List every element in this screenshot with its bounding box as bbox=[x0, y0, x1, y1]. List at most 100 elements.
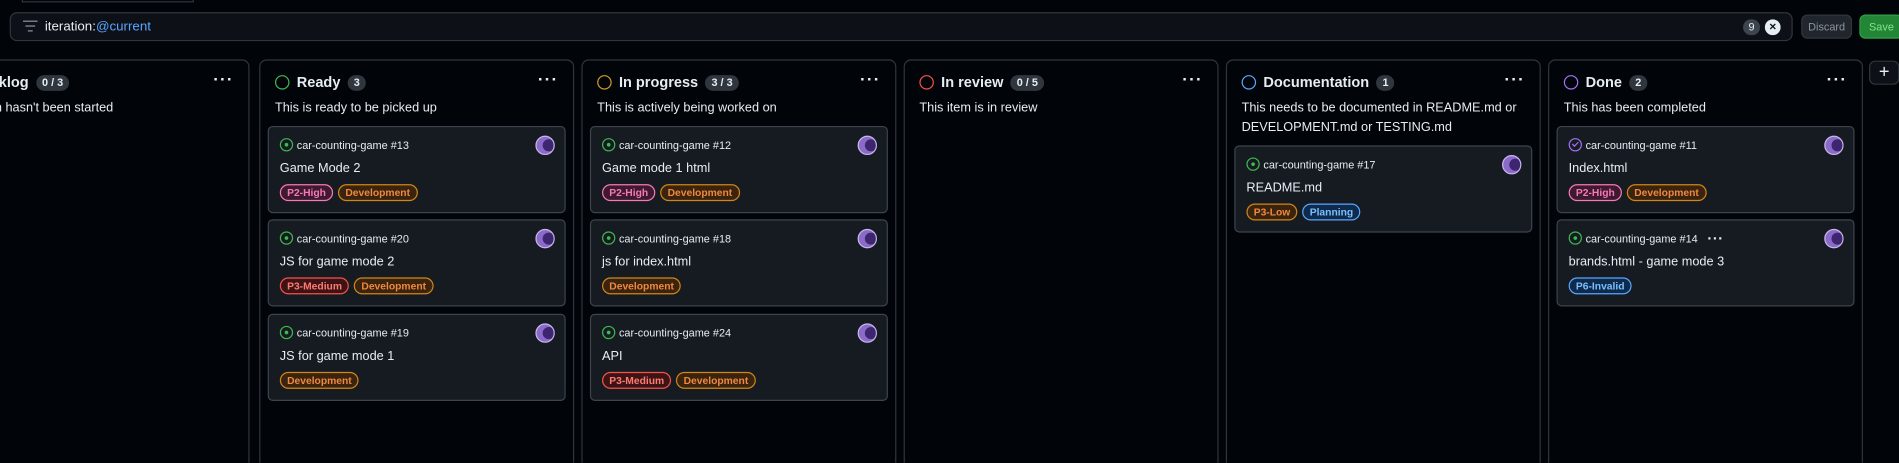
label-development[interactable]: Development bbox=[660, 184, 740, 202]
issue-open-icon bbox=[279, 325, 294, 340]
column-title: Ready bbox=[296, 73, 341, 91]
issue-ref[interactable]: car-counting-game #11 bbox=[1586, 139, 1697, 151]
add-column-button[interactable]: + bbox=[1869, 60, 1899, 85]
column-count: 0 / 5 bbox=[1010, 74, 1044, 91]
column-count: 3 bbox=[347, 74, 366, 91]
filter-result-count: 9 bbox=[1743, 19, 1761, 36]
column-description-line: DEVELOPMENT.md or TESTING.md bbox=[1241, 119, 1452, 134]
column-title: Done bbox=[1585, 73, 1622, 91]
card-title[interactable]: Index.html bbox=[1569, 161, 1628, 176]
column-description-line: This needs to be documented in README.md… bbox=[1241, 100, 1517, 116]
issue-ref[interactable]: car-counting-game #18 bbox=[619, 232, 731, 244]
label-development[interactable]: Development bbox=[354, 277, 434, 295]
board-column-documentation: Documentation 1 ··· This needs to be doc… bbox=[1225, 59, 1541, 463]
filter-key: iteration: bbox=[44, 19, 96, 34]
column-description: This needs to be documented in README.md… bbox=[1242, 99, 1530, 137]
issue-open-icon bbox=[1568, 231, 1582, 245]
label-planning[interactable]: Planning bbox=[1302, 203, 1361, 221]
card-title[interactable]: js for index.html bbox=[602, 254, 691, 269]
column-description: This is actively being worked on bbox=[597, 100, 777, 116]
status-circle-icon bbox=[1563, 75, 1579, 90]
label-priority[interactable]: P2-High bbox=[602, 184, 656, 202]
status-circle-icon bbox=[919, 75, 934, 90]
filter-value: @current bbox=[95, 19, 151, 34]
card-title[interactable]: Game Mode 2 bbox=[280, 161, 361, 176]
card-title[interactable]: JS for game mode 1 bbox=[280, 349, 395, 364]
label-priority[interactable]: P2-High bbox=[1568, 184, 1623, 202]
avatar[interactable] bbox=[1502, 155, 1522, 175]
label-development[interactable]: Development bbox=[279, 371, 359, 389]
avatar[interactable] bbox=[1824, 228, 1844, 249]
issue-open-icon bbox=[1246, 157, 1260, 171]
label-priority[interactable]: P3-Low bbox=[1246, 203, 1298, 221]
avatar[interactable] bbox=[535, 228, 555, 249]
issue-open-icon bbox=[279, 138, 294, 152]
issue-ref[interactable]: car-counting-game #20 bbox=[297, 232, 409, 244]
issue-ref[interactable]: car-counting-game #24 bbox=[619, 326, 731, 338]
avatar[interactable] bbox=[535, 323, 555, 343]
issue-ref[interactable]: car-counting-game #19 bbox=[297, 326, 409, 338]
label-priority[interactable]: P3-Medium bbox=[279, 277, 350, 295]
filter-icon bbox=[23, 20, 38, 33]
card-title[interactable]: Game mode 1 html bbox=[602, 161, 710, 176]
column-count: 2 bbox=[1629, 74, 1648, 91]
issue-ref[interactable]: car-counting-game #17 bbox=[1263, 158, 1375, 170]
issue-closed-icon bbox=[1568, 138, 1582, 152]
avatar[interactable] bbox=[535, 135, 555, 156]
card-title[interactable]: README.md bbox=[1246, 180, 1322, 195]
column-menu-button[interactable]: ··· bbox=[1182, 69, 1203, 88]
board-column-in-progress: In progress 3 / 3 ··· This is actively b… bbox=[581, 59, 897, 463]
discard-button[interactable]: Discard bbox=[1801, 14, 1853, 39]
column-count: 0 / 3 bbox=[35, 74, 70, 91]
save-button[interactable]: Save bbox=[1859, 14, 1899, 39]
label-development[interactable]: Development bbox=[1626, 184, 1707, 202]
column-menu-button[interactable]: ··· bbox=[538, 69, 559, 88]
label-development[interactable]: Development bbox=[338, 184, 418, 202]
filter-input[interactable]: iteration: @current 9 × bbox=[9, 12, 1793, 42]
issue-card[interactable]: car-counting-game #12 Game mode 1 html P… bbox=[589, 125, 888, 214]
column-menu-button[interactable]: ··· bbox=[1504, 69, 1525, 88]
column-count: 1 bbox=[1376, 74, 1395, 91]
column-menu-button[interactable]: ··· bbox=[1827, 69, 1848, 88]
board-column-backlog: Backlog 0 / 3 ··· This item hasn't been … bbox=[0, 59, 250, 463]
avatar[interactable] bbox=[857, 135, 877, 156]
issue-card[interactable]: car-counting-game #18 js for index.html … bbox=[589, 219, 888, 307]
issue-card[interactable]: car-counting-game #14 ··· brands.html - g… bbox=[1556, 219, 1855, 307]
card-title[interactable]: JS for game mode 2 bbox=[280, 254, 395, 269]
label-development[interactable]: Development bbox=[602, 277, 682, 295]
board-column-in-review: In review 0 / 5 ··· This item is in revi… bbox=[903, 59, 1219, 463]
card-title[interactable]: brands.html - game mode 3 bbox=[1569, 254, 1725, 269]
column-title: In progress bbox=[618, 73, 699, 91]
card-more-button[interactable]: ··· bbox=[1707, 231, 1723, 246]
column-description: This has been completed bbox=[1563, 100, 1706, 116]
avatar[interactable] bbox=[1824, 135, 1844, 156]
close-circle-icon[interactable]: × bbox=[1764, 19, 1781, 36]
label-invalid[interactable]: P6-Invalid bbox=[1568, 277, 1632, 295]
issue-card[interactable]: car-counting-game #11 Index.html P2-High… bbox=[1556, 125, 1855, 214]
avatar[interactable] bbox=[857, 323, 877, 343]
issue-card[interactable]: car-counting-game #19 JS for game mode 1… bbox=[267, 313, 566, 401]
issue-ref[interactable]: car-counting-game #14 bbox=[1586, 232, 1698, 244]
board-column-done: Done 2 ··· This has been completed car-c… bbox=[1548, 59, 1863, 463]
issue-open-icon bbox=[602, 138, 616, 152]
issue-open-icon bbox=[279, 231, 294, 245]
issue-card[interactable]: car-counting-game #13 Game Mode 2 P2-Hig… bbox=[267, 125, 566, 214]
issue-card[interactable]: car-counting-game #20 JS for game mode 2… bbox=[267, 219, 566, 307]
issue-card[interactable]: car-counting-game #17 README.md P3-Low P… bbox=[1234, 145, 1533, 233]
column-title: In review bbox=[941, 73, 1004, 91]
label-development[interactable]: Development bbox=[676, 371, 756, 389]
label-priority[interactable]: P3-Medium bbox=[602, 371, 672, 389]
column-count: 3 / 3 bbox=[705, 74, 739, 91]
column-menu-button[interactable]: ··· bbox=[860, 69, 881, 88]
issue-card[interactable]: car-counting-game #24 API P3-Medium Deve… bbox=[589, 313, 888, 401]
column-description: This item hasn't been started bbox=[0, 100, 114, 116]
issue-ref[interactable]: car-counting-game #13 bbox=[297, 139, 409, 151]
issue-open-icon bbox=[602, 325, 616, 340]
issue-ref[interactable]: car-counting-game #12 bbox=[619, 139, 731, 151]
label-priority[interactable]: P2-High bbox=[279, 184, 334, 202]
avatar[interactable] bbox=[857, 228, 877, 249]
card-title[interactable]: API bbox=[602, 349, 623, 364]
column-menu-button[interactable]: ··· bbox=[213, 69, 234, 88]
issue-open-icon bbox=[602, 231, 616, 245]
status-circle-icon bbox=[1241, 75, 1257, 90]
